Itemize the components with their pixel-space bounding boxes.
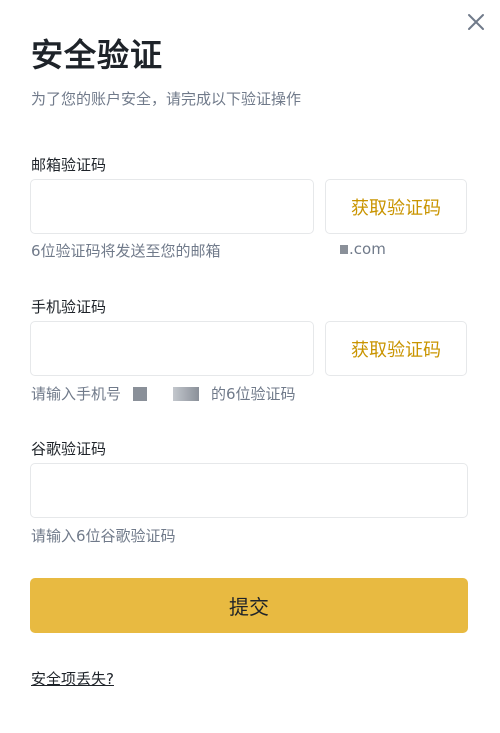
email-code-label: 邮箱验证码 bbox=[31, 156, 107, 174]
masked-email: .com bbox=[340, 240, 386, 258]
masked-phone-part-1 bbox=[133, 386, 148, 401]
phone-code-hint: 请输入手机号 的6位验证码 bbox=[31, 383, 296, 404]
google-code-hint: 请输入6位谷歌验证码 bbox=[31, 527, 176, 545]
masked-email-redaction bbox=[340, 244, 348, 254]
google-code-label: 谷歌验证码 bbox=[31, 440, 107, 458]
close-button[interactable] bbox=[464, 10, 488, 34]
email-code-hint: 6位验证码将发送至您的邮箱 bbox=[31, 242, 221, 260]
security-verification-dialog: 安全验证 为了您的账户安全，请完成以下验证操作 邮箱验证码 获取验证码 6位验证… bbox=[0, 0, 500, 733]
phone-hint-prefix: 请输入手机号 bbox=[31, 385, 122, 403]
submit-button[interactable]: 提交 bbox=[30, 578, 468, 633]
phone-hint-suffix: 的6位验证码 bbox=[211, 385, 296, 403]
phone-code-label: 手机验证码 bbox=[31, 298, 107, 316]
dialog-title: 安全验证 bbox=[31, 36, 164, 74]
email-get-code-button[interactable]: 获取验证码 bbox=[325, 179, 467, 234]
masked-email-suffix: .com bbox=[349, 240, 386, 258]
phone-code-input[interactable] bbox=[30, 321, 314, 376]
email-code-input[interactable] bbox=[30, 179, 314, 234]
dialog-subtitle: 为了您的账户安全，请完成以下验证操作 bbox=[31, 90, 302, 108]
security-lost-link[interactable]: 安全项丢失? bbox=[31, 668, 114, 689]
phone-get-code-button[interactable]: 获取验证码 bbox=[325, 321, 467, 376]
masked-phone-part-2 bbox=[173, 386, 200, 401]
google-code-input[interactable] bbox=[30, 463, 468, 518]
close-icon bbox=[468, 14, 484, 30]
